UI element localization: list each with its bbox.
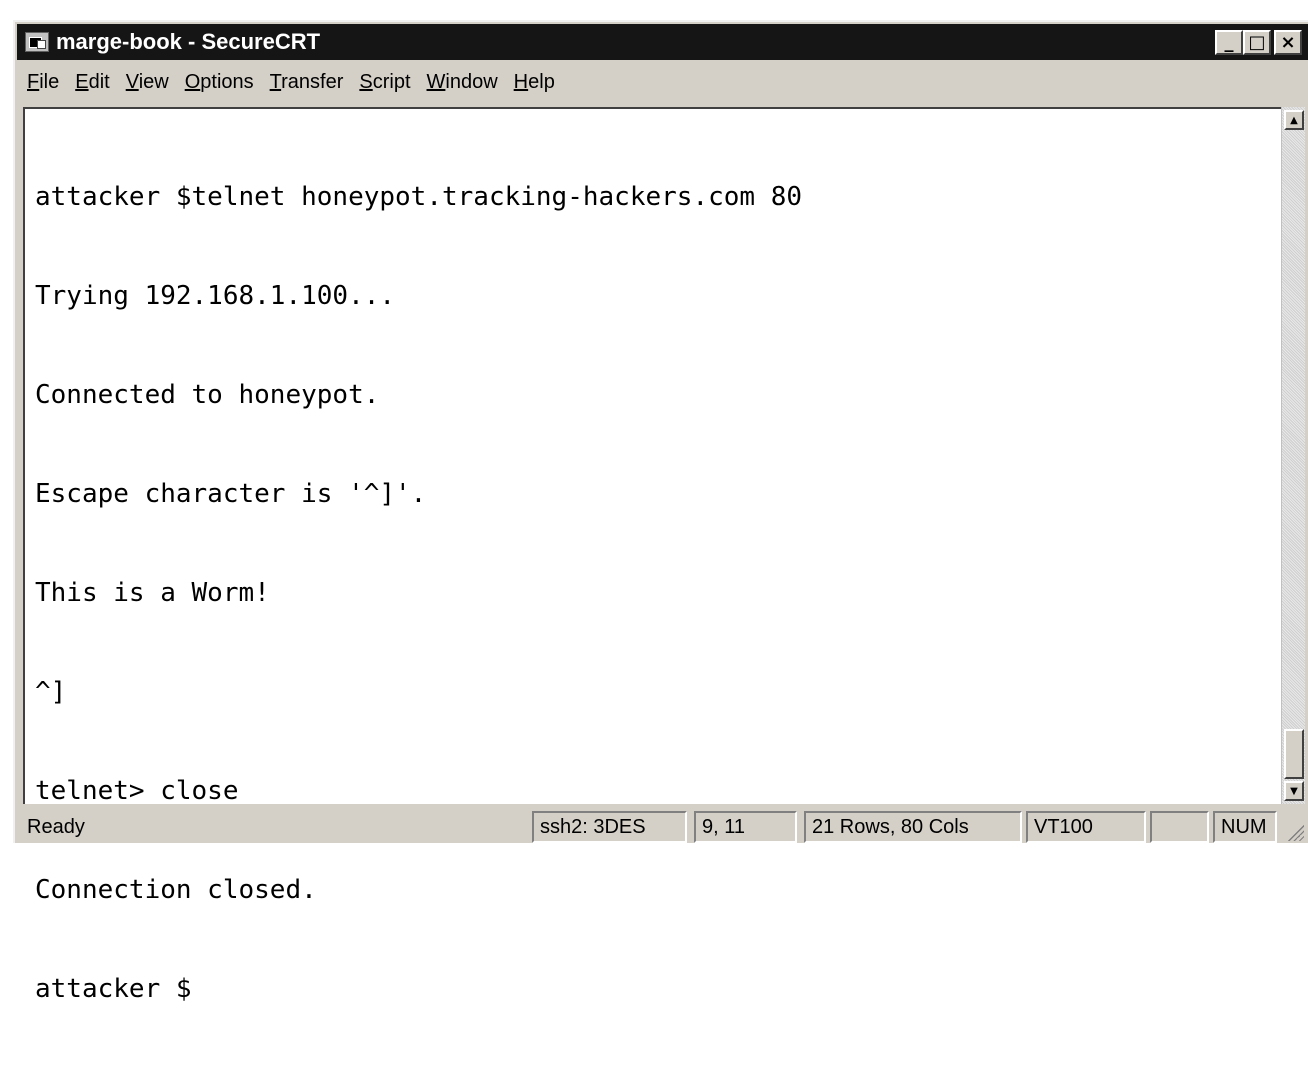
- menu-window[interactable]: Window: [427, 71, 498, 94]
- resize-grip-icon[interactable]: [1286, 823, 1304, 841]
- minimize-button[interactable]: _: [1215, 30, 1243, 55]
- scroll-up-button[interactable]: ▲: [1284, 110, 1304, 130]
- menu-bar: File Edit View Options Transfer Script W…: [17, 62, 1308, 102]
- terminal-line: Connected to honeypot.: [35, 380, 380, 410]
- terminal-line: This is a Worm!: [35, 578, 270, 608]
- status-caps-indicator: [1150, 811, 1209, 843]
- securecrt-window: marge-book - SecureCRT _ □ × File Edit V…: [13, 20, 1308, 1004]
- close-button[interactable]: ×: [1274, 30, 1302, 55]
- terminal-screen[interactable]: attacker $telnet honeypot.tracking-hacke…: [23, 107, 1281, 1004]
- title-bar[interactable]: marge-book - SecureCRT _ □ ×: [17, 24, 1308, 60]
- status-cipher: ssh2: 3DES: [532, 811, 687, 843]
- status-cursor-position: 9, 11: [694, 811, 797, 843]
- window-title: marge-book - SecureCRT: [56, 29, 321, 54]
- vertical-scrollbar[interactable]: ▲ ▼: [1281, 107, 1305, 804]
- terminal-line: attacker $: [35, 974, 192, 1004]
- arrow-down-icon: ▼: [1290, 785, 1298, 797]
- menu-edit[interactable]: Edit: [75, 71, 109, 94]
- securecrt-app-icon[interactable]: [25, 32, 49, 52]
- terminal-line: Trying 192.168.1.100...: [35, 281, 396, 311]
- terminal-output: attacker $telnet honeypot.tracking-hacke…: [35, 115, 802, 1072]
- terminal-line: ^]: [35, 677, 67, 707]
- terminal-line: telnet> close: [35, 776, 239, 806]
- menu-view[interactable]: View: [126, 71, 169, 94]
- scrollbar-thumb[interactable]: [1284, 729, 1304, 779]
- terminal-line: Connection closed.: [35, 875, 317, 905]
- arrow-up-icon: ▲: [1290, 114, 1298, 126]
- status-ready: Ready: [27, 816, 85, 838]
- status-bar: Ready ssh2: 3DES 9, 11 21 Rows, 80 Cols …: [17, 807, 1308, 845]
- menu-options[interactable]: Options: [185, 71, 254, 94]
- menu-script[interactable]: Script: [359, 71, 410, 94]
- scroll-down-button[interactable]: ▼: [1284, 781, 1304, 801]
- terminal-line: Escape character is '^]'.: [35, 479, 427, 509]
- terminal-line: attacker $telnet honeypot.tracking-hacke…: [35, 182, 803, 212]
- status-terminal-size: 21 Rows, 80 Cols: [804, 811, 1022, 843]
- menu-file[interactable]: File: [27, 71, 59, 94]
- menu-transfer[interactable]: Transfer: [270, 71, 344, 94]
- status-num-lock: NUM: [1213, 811, 1277, 843]
- window-controls: _ □ ×: [1215, 30, 1302, 55]
- maximize-button[interactable]: □: [1243, 30, 1271, 55]
- menu-help[interactable]: Help: [514, 71, 555, 94]
- status-emulation: VT100: [1026, 811, 1146, 843]
